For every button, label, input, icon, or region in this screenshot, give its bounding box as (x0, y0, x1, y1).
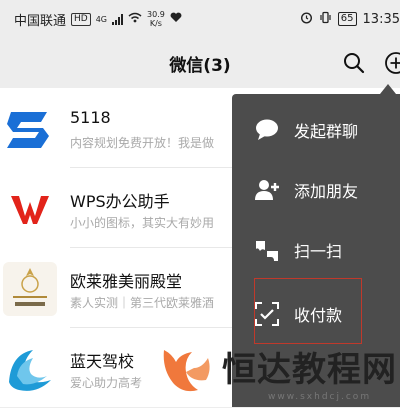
net-speed: 30.9 K/s (147, 10, 165, 28)
chat-preview: 小小的图标，其实大有妙用 (70, 216, 215, 230)
signal-icon (112, 13, 124, 25)
battery-indicator: 65 (337, 12, 357, 26)
chat-preview: 内容规划免费开放！我是做 (70, 136, 215, 150)
menu-item-scan[interactable]: 扫一扫 (232, 222, 400, 278)
wps-logo (3, 182, 57, 236)
chat-preview: 爱心助力高考 (70, 376, 143, 390)
vibrate-icon (319, 11, 332, 28)
5118-logo (3, 102, 57, 156)
wifi-icon (128, 12, 142, 27)
chat-name: 蓝天驾校 (70, 352, 135, 371)
scan-icon (254, 237, 280, 263)
menu-label: 扫一扫 (294, 242, 343, 261)
loreal-logo (3, 262, 57, 316)
speed-value: 30.9 (147, 10, 165, 19)
alarm-icon (300, 11, 313, 28)
watermark-text: 恒达教程网 (222, 350, 397, 390)
chat-name: 5118 (70, 108, 111, 127)
carrier-label: 中国联通 (14, 13, 67, 29)
heart-icon (170, 12, 182, 27)
nav-bar: 微信(3) (0, 38, 400, 88)
watermark-logo-icon (158, 340, 216, 398)
search-icon[interactable] (342, 51, 366, 75)
chat-name: 欧莱雅美丽殿堂 (70, 272, 183, 291)
plus-circle-icon[interactable] (384, 51, 400, 75)
menu-item-group-chat[interactable]: 发起群聊 (232, 102, 400, 158)
page-title: 微信(3) (169, 55, 231, 76)
add-friend-icon (254, 177, 280, 203)
hd-badge: HD (71, 12, 91, 26)
clock: 13:35 (362, 11, 400, 27)
chat-preview: 素人实测｜第三代欧莱雅酒 (70, 296, 215, 310)
chat-bubble-icon (254, 117, 280, 143)
highlight-box (254, 278, 362, 344)
menu-label: 添加朋友 (294, 182, 359, 201)
watermark-url: www.sxhdcj.com (268, 392, 372, 402)
menu-item-add-friend[interactable]: 添加朋友 (232, 162, 400, 218)
status-bar: 中国联通 HD 4G 30.9 K/s 65 13:35 (0, 0, 400, 38)
watermark: 恒达教程网 www.sxhdcj.com (150, 338, 400, 407)
driving-school-logo (3, 342, 57, 396)
popup-arrow (380, 84, 396, 94)
speed-unit: K/s (149, 19, 162, 28)
network-label: 4G (95, 14, 108, 24)
chat-name: WPS办公助手 (70, 192, 170, 211)
menu-label: 发起群聊 (294, 122, 359, 141)
